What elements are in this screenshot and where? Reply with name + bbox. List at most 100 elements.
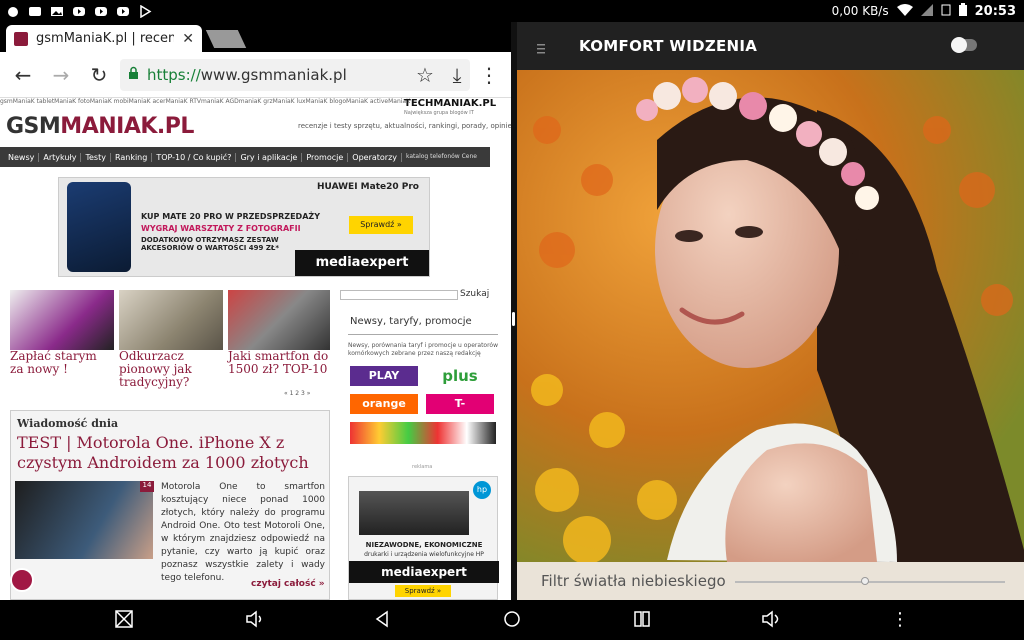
browser-window: gsmManiaK.pl | recenzje ✕ ← → ↻ https://… [0, 22, 511, 600]
notification-bell-button[interactable] [10, 568, 34, 592]
menu-icon[interactable] [537, 40, 549, 54]
nav-item[interactable]: Testy [81, 152, 111, 162]
site-logo[interactable]: GSMMANIAK.PL [6, 114, 194, 139]
clock: 20:53 [974, 3, 1016, 19]
operator-name: orange [362, 397, 406, 410]
volume-down-icon[interactable] [242, 608, 266, 632]
play-store-icon [138, 3, 152, 19]
nav-item[interactable]: Gry i aplikacje [236, 152, 303, 162]
thumb-item[interactable]: Jaki smartfon do 1500 zł? TOP-10 [228, 290, 332, 376]
nav-item[interactable]: Artykuły [39, 152, 82, 162]
mediaexpert-logo: mediaexpert [295, 250, 429, 276]
battery-icon [958, 3, 967, 19]
url-host: www.gsmmaniak.pl [200, 66, 347, 84]
android-icon [6, 3, 20, 17]
news-image[interactable] [15, 481, 153, 559]
sidebar-news-heading: Newsy, taryfy, promocje [350, 316, 472, 327]
mvno-logos[interactable] [350, 422, 496, 444]
sidebar-news-text: Newsy, porównania taryf i promocje u ope… [348, 342, 498, 357]
back-icon[interactable]: ← [12, 64, 34, 86]
operator-play-logo[interactable]: PLAY [350, 366, 418, 386]
nav-right-links[interactable]: katalog telefonów Cene [406, 153, 477, 160]
read-more-link[interactable]: czytaj całość » [251, 579, 325, 589]
nav-item[interactable]: Operatorzy [348, 152, 403, 162]
site-tagline: recenzje i testy sprzętu, aktualności, r… [298, 122, 511, 130]
notification-icons [6, 3, 152, 19]
comfort-toggle-knob[interactable] [951, 37, 967, 53]
nav-item[interactable]: Newsy [4, 152, 40, 162]
hp-ad-line-2: drukarki i urządzenia wielofunkcyjne HP [364, 551, 484, 558]
operator-plus-logo[interactable]: plus [426, 366, 494, 386]
operator-orange-logo[interactable]: orange [350, 394, 418, 414]
nav-item[interactable]: TOP-10 / Co kupić? [152, 152, 237, 162]
tab-title: gsmManiaK.pl | recenzje [36, 31, 175, 46]
filter-slider-thumb[interactable] [860, 577, 869, 585]
operator-name: plus [442, 367, 478, 385]
net-speed: 0,00 KB/s [831, 4, 889, 18]
status-right: 0,00 KB/s 20:53 [832, 1, 1016, 21]
thumb-item[interactable]: Zapłać starym za nowy ! [10, 290, 114, 376]
phone-image [67, 182, 131, 272]
ad-line-1: KUP MATE 20 PRO W PRZEDSPRZEDAŻY [141, 212, 320, 221]
huawei-ad-banner[interactable]: HUAWEI Mate20 Pro KUP MATE 20 PRO W PRZE… [58, 177, 430, 277]
bookmark-star-icon[interactable]: ☆ [414, 64, 436, 86]
hp-ad-banner[interactable]: hp NIEZAWODNE, EKONOMICZNE drukarki i ur… [348, 476, 499, 600]
sim-icon [941, 4, 951, 19]
thumb-caption[interactable]: Jaki smartfon do 1500 zł? TOP-10 [228, 350, 332, 376]
news-of-day-label: Wiadomość dnia [17, 417, 119, 430]
new-tab-button[interactable] [205, 30, 247, 48]
filter-slider-track[interactable] [735, 581, 1005, 583]
home-icon[interactable] [500, 608, 524, 632]
techmaniak-sub: Największa grupa blogów IT [404, 110, 474, 116]
more-options-icon[interactable]: ⋮ [888, 608, 912, 632]
thumb-image [10, 290, 114, 350]
lock-icon [128, 66, 139, 84]
operator-name: T- [454, 397, 466, 410]
app-bar: KOMFORT WIDZENIA [517, 22, 1024, 70]
download-icon[interactable]: ⤓ [446, 64, 468, 86]
browser-toolbar: ← → ↻ https://www.gsmmaniak.pl ☆ ⤓ ⋮ [0, 52, 511, 98]
logo-part-1: GSM [6, 114, 61, 139]
ad-cta-button[interactable]: Sprawdź » [349, 216, 413, 234]
promo-thumbnails: Zapłać starym za nowy ! Odkurzacz pionow… [10, 290, 332, 389]
nav-item[interactable]: Ranking [111, 152, 153, 162]
ad-line-2: WYGRAJ WARSZTATY Z FOTOGRAFII [141, 224, 301, 233]
news-of-day-title[interactable]: TEST | Motorola One. iPhone X z czystym … [17, 433, 323, 473]
pager[interactable]: « 1 2 3 » [284, 390, 310, 397]
ad-label: reklama [412, 464, 433, 470]
blue-light-filter-panel: Filtr światła niebieskiego [517, 562, 1024, 600]
comfort-app: KOMFORT WIDZENIA Filtr światła niebieski… [517, 22, 1024, 600]
nav-item[interactable]: Promocje [302, 152, 349, 162]
url-scheme: https:// [147, 66, 201, 84]
app-title: KOMFORT WIDZENIA [579, 37, 758, 55]
tab-gsmmaniak[interactable]: gsmManiaK.pl | recenzje ✕ [6, 25, 202, 52]
thumb-caption[interactable]: Odkurzacz pionowy jak tradycyjny? [119, 350, 223, 389]
volume-up-icon[interactable] [758, 608, 782, 632]
youtube-icon [72, 3, 86, 16]
reload-icon[interactable]: ↻ [88, 64, 110, 86]
preview-photo [517, 70, 1024, 564]
ad-line-3: DODATKOWO OTRZYMASZ ZESTAW AKCESORIÓW O … [141, 236, 280, 252]
back-nav-icon[interactable] [370, 608, 394, 632]
system-nav-bar: ⋮ [0, 600, 1024, 640]
thumb-image [119, 290, 223, 350]
search-button[interactable]: Szukaj [460, 289, 489, 299]
ad-brand: HUAWEI Mate20 Pro [317, 182, 419, 192]
divider-handle[interactable] [512, 312, 515, 326]
screenshot-icon[interactable] [112, 608, 136, 632]
menu-dots-icon[interactable]: ⋮ [478, 64, 500, 86]
hp-ad-cta[interactable]: Sprawdź » [395, 585, 451, 597]
printer-image [359, 491, 469, 535]
hp-ad-line-1: NIEZAWODNE, EKONOMICZNE [365, 541, 483, 549]
close-tab-icon[interactable]: ✕ [182, 31, 194, 47]
split-screen-icon[interactable] [630, 608, 654, 632]
thumb-item[interactable]: Odkurzacz pionowy jak tradycyjny? [119, 290, 223, 389]
youtube-icon [94, 3, 108, 16]
news-of-the-day: Wiadomość dnia TEST | Motorola One. iPho… [10, 410, 330, 600]
sidebar-column: Szukaj Newsy, taryfy, promocje Newsy, po… [340, 289, 500, 600]
image-icon [50, 3, 64, 16]
thumb-caption[interactable]: Zapłać starym za nowy ! [10, 350, 114, 376]
forward-icon[interactable]: → [50, 64, 72, 86]
operator-tmobile-logo[interactable]: T- [426, 394, 494, 414]
search-input[interactable] [340, 290, 458, 300]
